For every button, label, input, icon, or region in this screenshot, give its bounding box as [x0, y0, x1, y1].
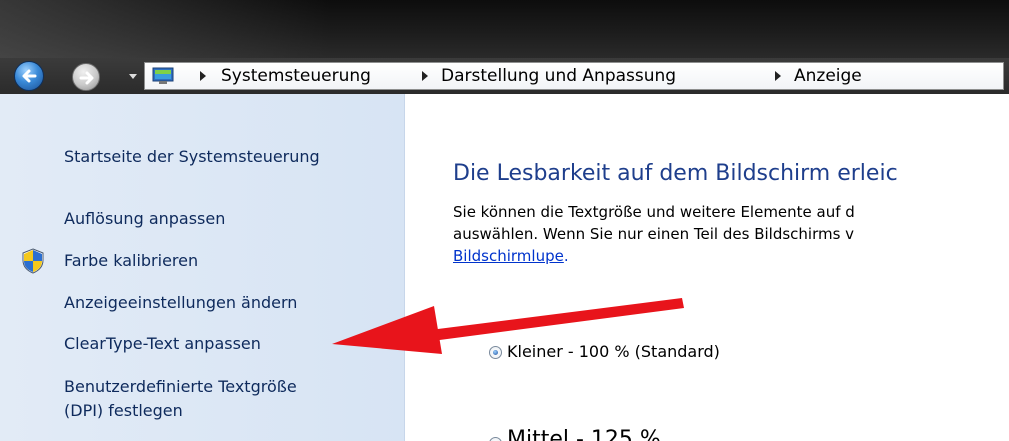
- sidebar-item-custom-dpi-line2[interactable]: (DPI) festlegen: [64, 400, 183, 422]
- radio-medium[interactable]: [489, 437, 502, 441]
- radio-smaller[interactable]: [489, 346, 502, 359]
- control-panel-icon: [152, 67, 174, 84]
- window-title-bar: [0, 0, 1009, 58]
- main-content: Die Lesbarkeit auf dem Bildschirm erleic…: [405, 94, 1009, 441]
- forward-button[interactable]: [72, 63, 100, 91]
- back-arrow-icon: [22, 69, 37, 83]
- sidebar-item-calibrate-color[interactable]: Farbe kalibrieren: [64, 250, 198, 272]
- uac-shield-icon: [22, 248, 44, 274]
- magnifier-link-suffix: .: [563, 247, 569, 265]
- description-line-1: Sie können die Textgröße und weitere Ele…: [453, 203, 855, 221]
- breadcrumb-systemsteuerung[interactable]: Systemsteuerung: [221, 66, 371, 86]
- breadcrumb-anzeige[interactable]: Anzeige: [794, 66, 862, 86]
- forward-arrow-icon: [79, 71, 94, 85]
- breadcrumb-separator-icon[interactable]: [421, 71, 429, 81]
- address-bar[interactable]: Systemsteuerung Darstellung und Anpassun…: [144, 62, 1004, 90]
- sidebar-item-change-display-settings[interactable]: Anzeigeeinstellungen ändern: [64, 292, 297, 314]
- page-title: Die Lesbarkeit auf dem Bildschirm erleic: [453, 161, 898, 186]
- title-bar-gloss: [0, 0, 330, 58]
- magnifier-link-line: Bildschirmlupe.: [453, 246, 569, 266]
- navigation-bar: Systemsteuerung Darstellung und Anpassun…: [0, 58, 1009, 94]
- breadcrumb-darstellung[interactable]: Darstellung und Anpassung: [441, 66, 676, 86]
- sidebar-item-adjust-resolution[interactable]: Auflösung anpassen: [64, 208, 225, 230]
- breadcrumb-separator-icon[interactable]: [199, 71, 207, 81]
- description-line-2: auswählen. Wenn Sie nur einen Teil des B…: [453, 225, 855, 243]
- task-pane-sidebar: Startseite der Systemsteuerung Auflösung…: [0, 94, 405, 441]
- recent-pages-dropdown-icon[interactable]: [127, 69, 139, 83]
- option-label-medium[interactable]: Mittel - 125 %: [507, 427, 661, 441]
- back-button[interactable]: [14, 61, 44, 91]
- sidebar-item-custom-dpi[interactable]: Benutzerdefinierte Textgröße: [64, 376, 297, 398]
- breadcrumb-separator-icon[interactable]: [774, 71, 782, 81]
- sidebar-item-adjust-cleartype[interactable]: ClearType-Text anpassen: [64, 333, 261, 355]
- sidebar-item-control-panel-home[interactable]: Startseite der Systemsteuerung: [64, 146, 320, 168]
- magnifier-link[interactable]: Bildschirmlupe: [453, 247, 564, 265]
- option-label-smaller[interactable]: Kleiner - 100 % (Standard): [507, 342, 720, 362]
